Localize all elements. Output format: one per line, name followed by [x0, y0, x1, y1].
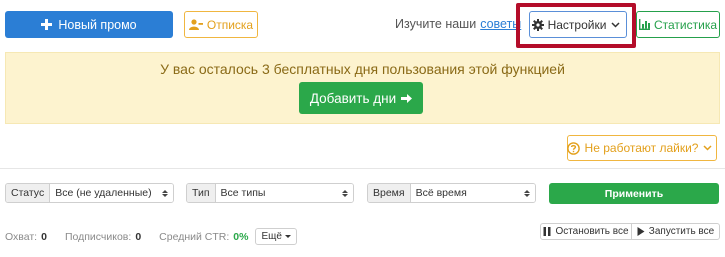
reach-value: 0 — [41, 230, 47, 243]
time-filter-label: Время — [368, 184, 411, 202]
pause-icon — [543, 227, 551, 236]
type-select[interactable]: Все типы — [215, 184, 353, 202]
tips-hint: Изучите наши советы — [395, 17, 521, 31]
more-label: Ещё — [261, 231, 282, 242]
add-days-button[interactable]: Добавить дни — [299, 82, 423, 114]
settings-label: Настройки — [547, 17, 607, 32]
likes-help-label: Не работают лайки? — [584, 141, 699, 155]
likes-not-working-button[interactable]: Не работают лайки? — [566, 135, 717, 161]
stop-all-label: Остановить все — [555, 226, 629, 237]
start-all-button[interactable]: Запустить все — [631, 223, 720, 240]
chevron-down-icon — [703, 145, 712, 151]
updown-arrows-icon — [524, 189, 530, 197]
subscribers-value: 0 — [135, 230, 142, 243]
section-divider — [0, 168, 725, 169]
tips-hint-text: Изучите наши — [395, 17, 477, 31]
status-select-value: Все (не удаленные) — [55, 187, 152, 199]
new-promo-button[interactable]: Новый промо — [5, 11, 173, 38]
apply-filters-button[interactable]: Применить — [549, 183, 719, 204]
arrow-right-icon — [401, 93, 413, 104]
status-select[interactable]: Все (не удаленные) — [50, 184, 173, 202]
unsubscribe-label: Отписка — [206, 17, 254, 32]
start-all-label: Запустить все — [648, 226, 715, 237]
type-select-value: Все типы — [220, 187, 266, 199]
status-filter-label: Статус — [6, 184, 51, 202]
play-icon — [637, 227, 645, 236]
more-dropdown-button[interactable]: Ещё — [255, 228, 297, 245]
apply-label: Применить — [604, 187, 664, 200]
type-filter: Тип Все типы — [186, 183, 354, 203]
new-promo-label: Новый промо — [58, 17, 137, 32]
settings-dropdown-button[interactable]: Настройки — [529, 11, 627, 38]
statistics-button[interactable]: Статистика — [636, 11, 720, 38]
status-filter: Статус Все (не удаленные) — [5, 183, 174, 203]
type-filter-label: Тип — [187, 184, 216, 202]
unsubscribe-button[interactable]: Отписка — [184, 11, 258, 38]
stop-all-button[interactable]: Остановить все — [540, 223, 632, 240]
trial-notice-text: У вас осталось 3 бесплатных дня пользова… — [160, 61, 565, 77]
plus-icon — [41, 19, 53, 30]
ctr-value: 0% — [233, 230, 249, 243]
subscribers-label: Подписчиков: — [64, 230, 132, 243]
question-circle-icon — [566, 141, 580, 155]
user-minus-icon — [188, 19, 203, 30]
add-days-label: Добавить дни — [309, 90, 397, 106]
gear-icon — [531, 18, 544, 31]
time-select-value: Всё время — [415, 187, 467, 199]
bar-chart-icon — [638, 19, 650, 30]
chevron-down-icon — [611, 21, 620, 28]
reach-label: Охват: — [5, 230, 38, 243]
time-select[interactable]: Всё время — [410, 184, 535, 202]
statistics-label: Статистика — [653, 17, 718, 32]
time-filter: Время Всё время — [367, 183, 536, 203]
updown-arrows-icon — [162, 189, 168, 197]
ctr-label: Средний CTR: — [159, 230, 230, 243]
summary-stats: Охват: 0 Подписчиков: 0 Средний CTR: 0% … — [5, 228, 297, 245]
updown-arrows-icon — [342, 189, 348, 197]
caret-down-icon — [284, 235, 291, 238]
